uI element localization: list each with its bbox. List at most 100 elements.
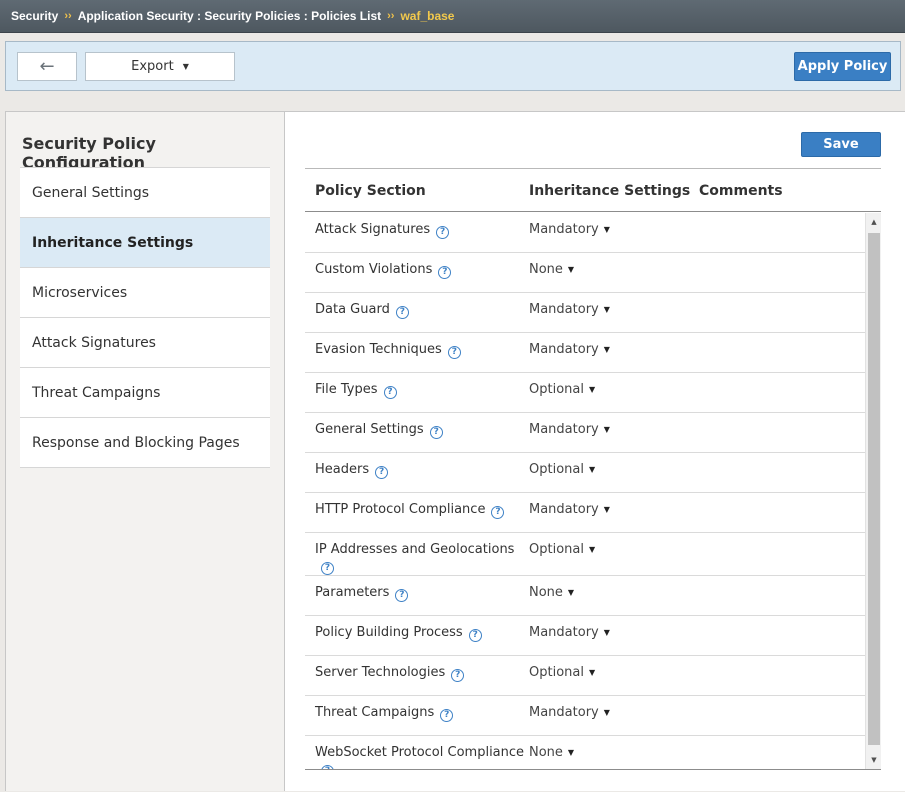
help-icon[interactable]: ? [321,562,334,575]
help-icon[interactable]: ? [436,226,450,239]
sidebar-item-microservices[interactable]: Microservices [20,268,270,318]
caret-down-icon: ▼ [588,668,596,677]
caret-down-icon: ▼ [567,265,575,274]
inheritance-dropdown[interactable]: Mandatory ▼ [529,222,610,238]
inheritance-value: Mandatory [529,625,599,640]
table-row: Threat Campaigns? Mandatory ▼ [305,696,865,736]
caret-down-icon: ▼ [603,425,610,434]
table-row: Headers? Optional ▼ [305,453,865,493]
breadcrumb-security[interactable]: Security [11,9,58,23]
table-footer-line [305,769,881,770]
vertical-scrollbar[interactable]: ▲ ▼ [865,213,881,769]
arrow-left-icon: ← [39,56,55,77]
inheritance-dropdown[interactable]: Mandatory ▼ [529,422,610,438]
apply-policy-button[interactable]: Apply Policy [794,52,891,81]
save-button[interactable]: Save [801,132,881,157]
inheritance-dropdown[interactable]: None ▼ [529,745,574,761]
sidebar-item-label: Inheritance Settings [32,234,194,251]
export-button[interactable]: Export ▼ [85,52,235,81]
sidebar-item-label: General Settings [32,184,150,201]
help-icon[interactable]: ? [395,306,409,319]
policy-section-cell: Custom Violations? [315,262,525,279]
inheritance-dropdown[interactable]: Mandatory ▼ [529,502,610,518]
help-icon[interactable]: ? [440,709,454,722]
inheritance-dropdown[interactable]: None ▼ [529,585,574,601]
inheritance-dropdown[interactable]: Mandatory ▼ [529,302,610,318]
inheritance-value: None [529,745,563,760]
sidebar-item-general-settings[interactable]: General Settings [20,168,270,218]
caret-down-icon: ▼ [182,62,189,71]
main-panel: Save Policy Section Inheritance Settings… [284,111,905,791]
table-body: Attack Signatures? Mandatory ▼ Custom Viola… [305,213,865,769]
policy-section-label: Data Guard [315,302,390,317]
help-icon[interactable]: ? [429,426,443,439]
table-row: Server Technologies? Optional ▼ [305,656,865,696]
inheritance-dropdown[interactable]: Optional ▼ [529,665,595,681]
inheritance-value: None [529,585,563,600]
scroll-down-icon[interactable]: ▼ [866,752,882,768]
policy-section-label: Attack Signatures [315,222,431,237]
inheritance-dropdown[interactable]: None ▼ [529,262,574,278]
sidebar-item-label: Threat Campaigns [32,384,161,401]
sidebar-nav: General Settings Inheritance Settings Micr… [20,167,270,468]
sidebar-item-label: Microservices [32,284,128,301]
table-row: IP Addresses and Geolocations? Optional ▼ [305,533,865,576]
inheritance-dropdown[interactable]: Mandatory ▼ [529,705,610,721]
sidebar-item-attack-signatures[interactable]: Attack Signatures [20,318,270,368]
sidebar-item-label: Attack Signatures [32,334,156,351]
sidebar: Security Policy Configuration General Se… [5,111,284,791]
inheritance-value: Mandatory [529,705,599,720]
table-row: Parameters? None ▼ [305,576,865,616]
sidebar-item-response-and-blocking-pages[interactable]: Response and Blocking Pages [20,418,270,468]
inheritance-value: Optional [529,462,584,477]
policy-section-cell: Threat Campaigns? [315,705,525,722]
inheritance-dropdown[interactable]: Optional ▼ [529,542,595,558]
sidebar-item-inheritance-settings[interactable]: Inheritance Settings [20,218,270,268]
table-row: WebSocket Protocol Compliance? None ▼ [305,736,865,769]
sidebar-item-threat-campaigns[interactable]: Threat Campaigns [20,368,270,418]
help-icon[interactable]: ? [468,629,482,642]
policy-section-label: HTTP Protocol Compliance [315,502,486,517]
help-icon[interactable]: ? [447,346,461,359]
policy-section-cell: Policy Building Process? [315,625,525,642]
inheritance-value: Optional [529,665,584,680]
caret-down-icon: ▼ [603,505,610,514]
breadcrumb-current: waf_base [400,9,455,23]
inheritance-value: Mandatory [529,502,599,517]
inheritance-value: Mandatory [529,302,599,317]
scrollbar-thumb[interactable] [868,233,880,745]
help-icon[interactable]: ? [375,466,389,479]
inheritance-value: None [529,262,563,277]
breadcrumb-policies-list[interactable]: Application Security : Security Policies… [78,9,381,23]
sidebar-item-label: Response and Blocking Pages [32,434,240,451]
inheritance-dropdown[interactable]: Optional ▼ [529,382,595,398]
caret-down-icon: ▼ [603,628,610,637]
scroll-up-icon[interactable]: ▲ [866,214,882,230]
inheritance-value: Optional [529,542,584,557]
table-row: Custom Violations? None ▼ [305,253,865,293]
table-header: Policy Section Inheritance Settings Comm… [305,168,881,212]
policy-section-cell: File Types? [315,382,525,399]
inheritance-dropdown[interactable]: Mandatory ▼ [529,342,610,358]
back-button[interactable]: ← [17,52,77,81]
caret-down-icon: ▼ [603,345,610,354]
caret-down-icon: ▼ [588,465,596,474]
inheritance-dropdown[interactable]: Optional ▼ [529,462,595,478]
inheritance-dropdown[interactable]: Mandatory ▼ [529,625,610,641]
help-icon[interactable]: ? [438,266,452,279]
caret-down-icon: ▼ [603,225,610,234]
inheritance-value: Mandatory [529,342,599,357]
help-icon[interactable]: ? [491,506,505,519]
policy-section-cell: HTTP Protocol Compliance? [315,502,525,519]
help-icon[interactable]: ? [395,589,409,602]
column-comments: Comments [699,183,783,199]
table-row: File Types? Optional ▼ [305,373,865,413]
policy-section-label: General Settings [315,422,424,437]
policy-section-cell: WebSocket Protocol Compliance? [315,745,525,769]
help-icon[interactable]: ? [451,669,465,682]
help-icon[interactable]: ? [383,386,397,399]
policy-section-cell: Evasion Techniques? [315,342,525,359]
policy-section-label: WebSocket Protocol Compliance [315,745,525,760]
policy-section-label: Headers [315,462,370,477]
policy-section-cell: Parameters? [315,585,525,602]
